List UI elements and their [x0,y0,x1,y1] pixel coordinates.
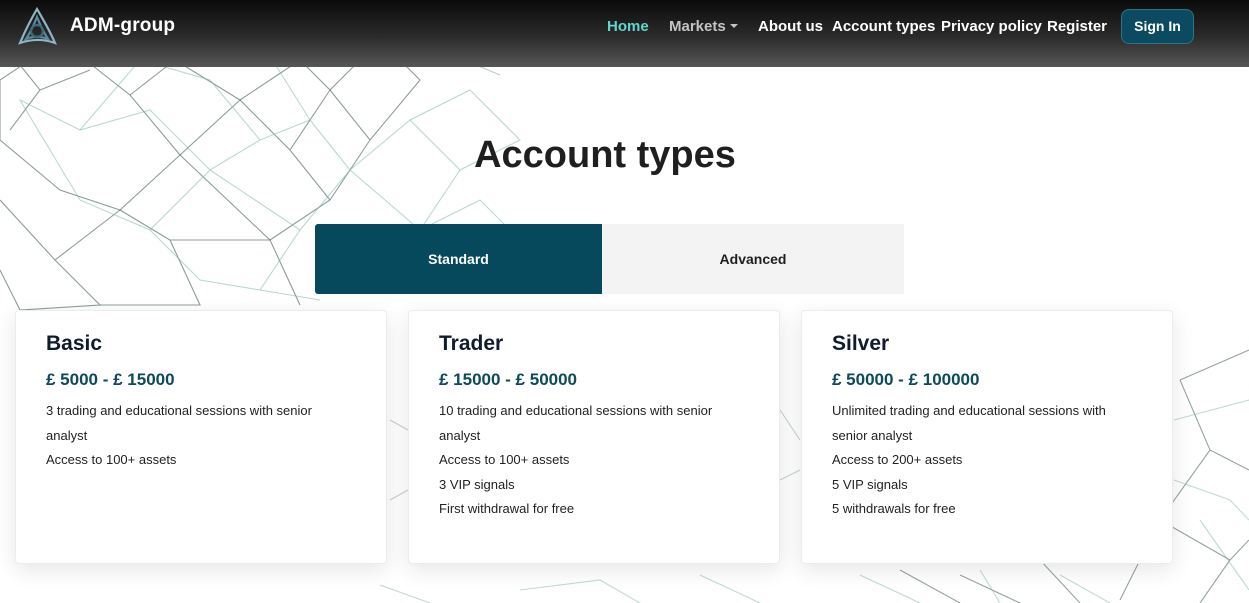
account-card-trader: Trader £ 15000 - £ 50000 10 trading and … [408,310,780,564]
card-feature: Unlimited trading and educational sessio… [832,403,1106,443]
card-title: Basic [46,332,103,355]
account-card-silver: Silver £ 50000 - £ 100000 Unlimited trad… [801,310,1173,564]
sign-in-button[interactable]: Sign In [1121,9,1194,44]
nav-register[interactable]: Register [1047,18,1107,35]
card-title: Trader [439,332,504,355]
card-feature: 10 trading and educational sessions with… [439,403,713,443]
brand-name[interactable]: ADM-group [70,15,175,37]
card-price-range: £ 15000 - £ 50000 [439,370,578,389]
card-feature: First withdrawal for free [439,501,575,516]
card-feature: 3 trading and educational sessions with … [46,403,312,443]
card-feature-list: 10 trading and educational sessions with… [439,399,749,522]
card-feature: 3 VIP signals [439,476,515,492]
card-feature: 5 withdrawals for free [832,501,956,516]
nav-about-us[interactable]: About us [758,18,823,35]
account-tabs: Standard Advanced [315,224,904,294]
card-title: Silver [832,332,890,355]
card-feature: Access to 200+ assets [832,452,963,467]
card-feature: Access to 100+ assets [439,452,570,467]
nav-markets[interactable]: Markets [669,18,738,35]
tab-standard[interactable]: Standard [315,224,602,294]
card-price-range: £ 5000 - £ 15000 [46,370,175,389]
nav-account-types[interactable]: Account types [832,18,935,35]
top-navbar: ADM-group Home Markets About us Account … [0,0,1249,67]
page-title: Account types [474,134,736,176]
nav-privacy-policy[interactable]: Privacy policy [941,18,1042,35]
card-price-range: £ 50000 - £ 100000 [832,370,980,389]
card-feature-list: Unlimited trading and educational sessio… [832,399,1142,522]
account-card-basic: Basic £ 5000 - £ 15000 3 trading and edu… [15,310,387,564]
card-feature: 5 VIP signals [832,476,908,492]
card-feature: Access to 100+ assets [46,452,177,467]
card-feature-list: 3 trading and educational sessions with … [46,399,356,473]
nav-home[interactable]: Home [607,18,649,35]
nav-markets-label: Markets [669,18,726,35]
page: ADM-group Home Markets About us Account … [0,0,1249,603]
triangle-knot-logo-icon[interactable] [14,5,60,51]
caret-down-icon [729,24,738,28]
tab-advanced[interactable]: Advanced [602,224,904,294]
